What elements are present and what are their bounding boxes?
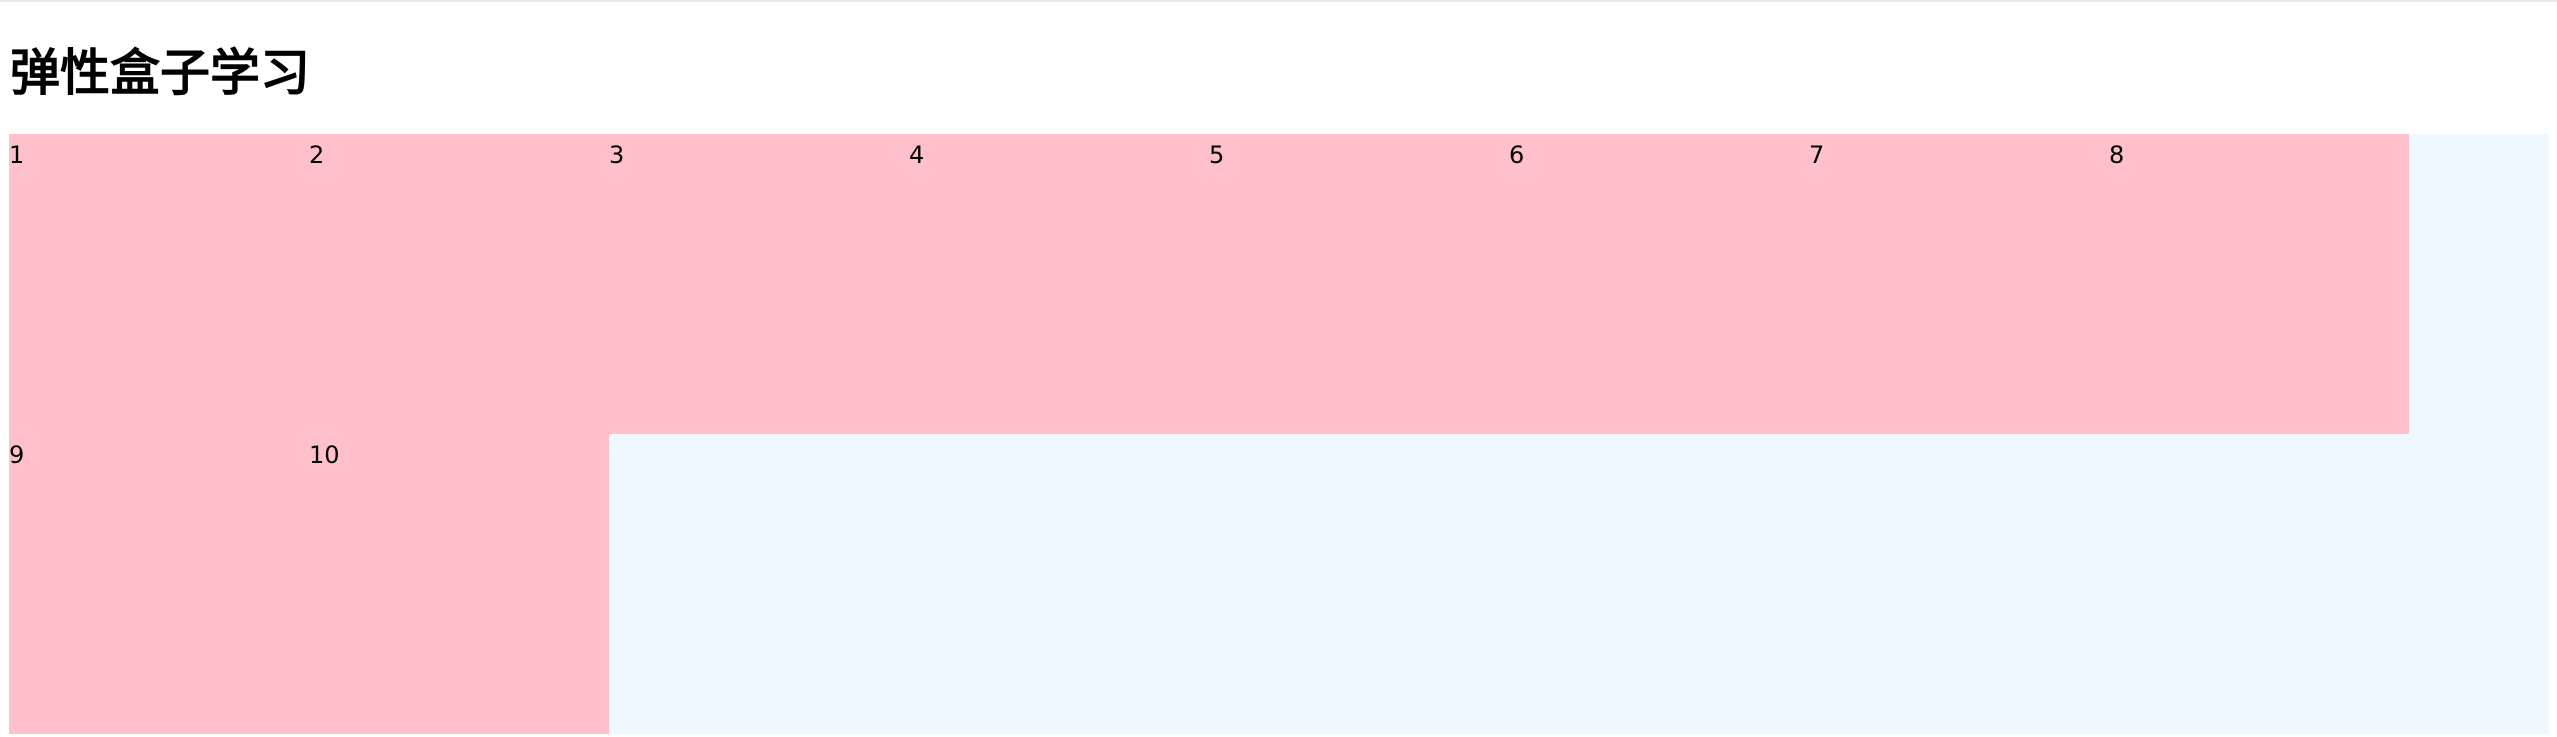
flex-item-label: 5 [1209,141,1225,169]
flex-item-label: 7 [1809,141,1825,169]
flex-item-5: 5 [1209,134,1509,434]
flex-item-10: 10 [309,434,609,734]
page-title: 弹性盒子学习 [10,44,310,102]
flex-item-label: 4 [909,141,925,169]
page: 弹性盒子学习 1 2 3 4 5 6 7 8 9 10 [0,0,2557,737]
flex-item-2: 2 [309,134,609,434]
flex-item-4: 4 [909,134,1209,434]
flex-item-label: 9 [9,441,25,469]
flex-item-label: 3 [609,141,625,169]
flex-item-9: 9 [9,434,309,734]
flex-item-label: 10 [309,441,340,469]
flex-item-8: 8 [2109,134,2409,434]
flex-container: 1 2 3 4 5 6 7 8 9 10 [9,134,2549,734]
flex-item-7: 7 [1809,134,2109,434]
flex-item-label: 8 [2109,141,2125,169]
flex-item-6: 6 [1509,134,1809,434]
top-divider [0,0,2557,2]
flex-item-3: 3 [609,134,909,434]
flex-item-1: 1 [9,134,309,434]
flex-item-label: 6 [1509,141,1525,169]
flex-item-label: 1 [9,141,25,169]
flex-item-label: 2 [309,141,325,169]
